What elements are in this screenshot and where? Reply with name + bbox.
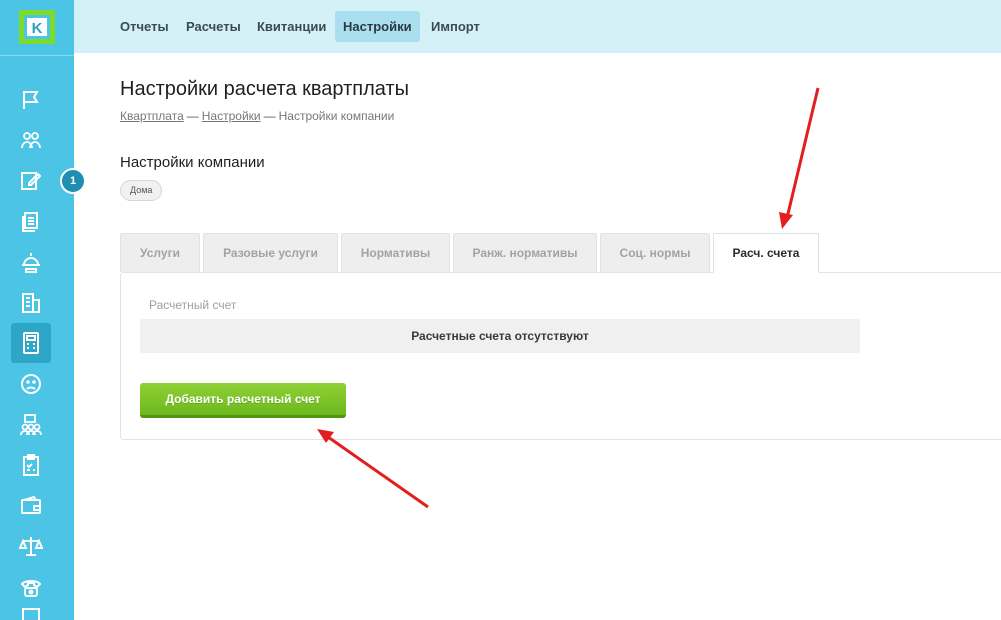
- bank-account-label: Расчетный счет: [149, 298, 237, 312]
- breadcrumb-separator: —: [263, 109, 276, 123]
- list-icon: [22, 608, 40, 620]
- arrow-to-tab: [779, 87, 820, 229]
- sidebar-item-wallet[interactable]: [11, 486, 51, 526]
- tab-ranked-norms[interactable]: Ранж. нормативы: [453, 233, 597, 272]
- logo-icon[interactable]: K: [17, 8, 57, 46]
- sad-face-icon: [21, 374, 41, 394]
- flag-icon: [23, 91, 39, 109]
- sidebar-item-more[interactable]: [11, 606, 51, 620]
- sidebar-item-calculator[interactable]: [11, 323, 51, 363]
- checklist-icon: [23, 454, 39, 476]
- sidebar-item-flag[interactable]: [11, 80, 51, 120]
- notification-badge[interactable]: 1: [60, 168, 86, 194]
- section-title: Настройки компании: [120, 154, 265, 171]
- logo-letter: K: [32, 20, 43, 37]
- sidebar: K 1: [0, 0, 86, 620]
- breadcrumb-link-settings[interactable]: Настройки: [202, 109, 261, 123]
- scales-icon: [19, 537, 43, 556]
- team-icon: [20, 414, 42, 436]
- nav-calculations[interactable]: Расчеты: [178, 11, 249, 42]
- breadcrumb-current: Настройки компании: [278, 109, 395, 123]
- sidebar-item-service[interactable]: [11, 242, 51, 282]
- edit-icon: [21, 172, 42, 190]
- nav-settings[interactable]: Настройки: [335, 11, 420, 42]
- breadcrumb: Квартплата — Настройки — Настройки компании: [120, 109, 394, 123]
- empty-state-message: Расчетные счета отсутствуют: [140, 319, 860, 353]
- sidebar-item-edit[interactable]: [11, 161, 51, 201]
- add-bank-account-button[interactable]: Добавить расчетный счет: [140, 383, 346, 418]
- sidebar-item-users[interactable]: [11, 120, 51, 160]
- tab-services[interactable]: Услуги: [120, 233, 200, 272]
- sidebar-item-team[interactable]: [11, 405, 51, 445]
- sidebar-item-documents[interactable]: [11, 202, 51, 242]
- wallet-icon: [21, 495, 41, 514]
- tab-social-norms[interactable]: Соц. нормы: [600, 233, 710, 272]
- nav-receipts[interactable]: Квитанции: [249, 11, 334, 42]
- top-navigation: Отчеты Расчеты Квитанции Настройки Импор…: [74, 0, 1001, 53]
- phone-icon: [20, 580, 42, 597]
- calculator-icon: [23, 332, 39, 354]
- documents-icon: [22, 212, 38, 232]
- building-icon: [22, 293, 40, 313]
- page-title: Настройки расчета квартплаты: [120, 78, 409, 100]
- nav-reports[interactable]: Отчеты: [112, 11, 177, 42]
- sidebar-item-buildings[interactable]: [11, 283, 51, 323]
- tab-one-time-services[interactable]: Разовые услуги: [203, 233, 338, 272]
- sidebar-divider: [0, 55, 74, 56]
- tab-bank-accounts[interactable]: Расч. счета: [713, 233, 819, 273]
- users-icon: [21, 132, 41, 149]
- arrow-to-button: [317, 429, 429, 509]
- nav-import[interactable]: Импорт: [423, 11, 488, 42]
- breadcrumb-separator: —: [186, 109, 199, 123]
- breadcrumb-link-kvartplata[interactable]: Квартплата: [120, 109, 184, 123]
- houses-chip[interactable]: Дома: [120, 180, 163, 201]
- sidebar-item-complaints[interactable]: [11, 364, 51, 404]
- sidebar-item-legal[interactable]: [11, 526, 51, 566]
- sidebar-item-phone[interactable]: [11, 567, 51, 607]
- sidebar-item-checklist[interactable]: [11, 445, 51, 485]
- tab-norms[interactable]: Нормативы: [341, 233, 450, 272]
- bell-stand-icon: [22, 253, 40, 273]
